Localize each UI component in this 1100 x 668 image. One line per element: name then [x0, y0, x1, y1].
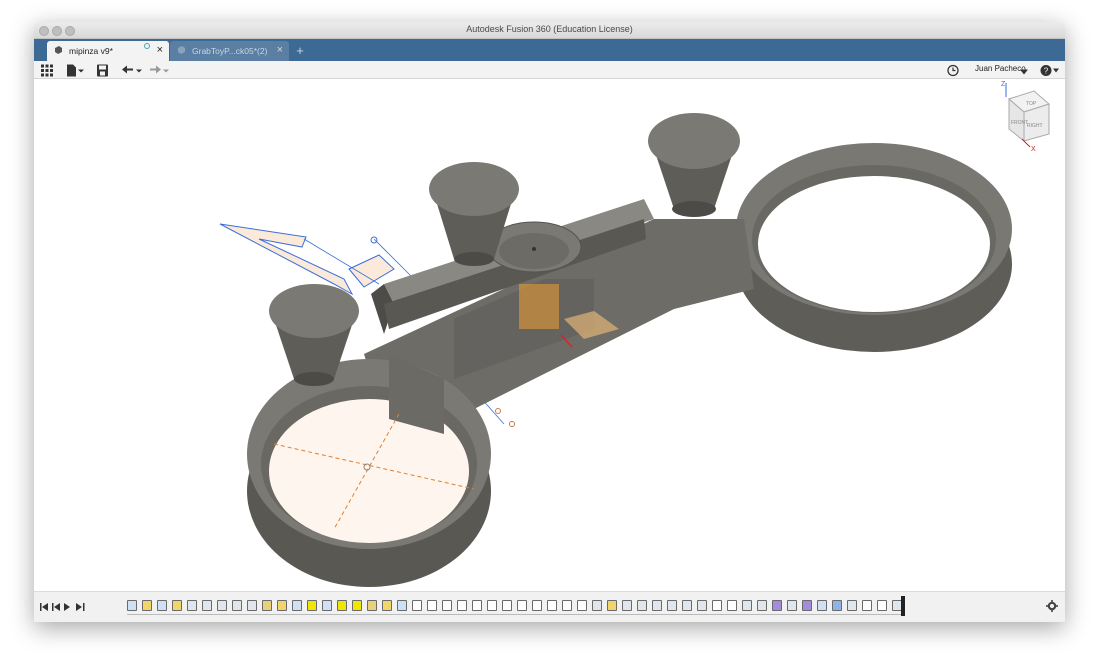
- sketch-feature-icon[interactable]: [127, 600, 137, 611]
- sketch-feature-icon[interactable]: [172, 600, 182, 611]
- fillet-feature-icon[interactable]: [337, 600, 347, 611]
- viewcube-top-label[interactable]: TOP: [1026, 101, 1037, 107]
- move-feature-icon[interactable]: [457, 600, 467, 611]
- joint-feature-icon[interactable]: [502, 600, 512, 611]
- chamfer-feature-icon[interactable]: [637, 600, 647, 611]
- component-feature-icon[interactable]: [832, 600, 842, 611]
- joint-feature-icon[interactable]: [472, 600, 482, 611]
- mirror-feature-icon[interactable]: [742, 600, 752, 611]
- tab-mipinza[interactable]: mipinza v9* ×: [47, 41, 169, 61]
- joint-feature-icon[interactable]: [562, 600, 572, 611]
- combine-feature-icon[interactable]: [367, 600, 377, 611]
- window-title: Autodesk Fusion 360 (Education License): [466, 24, 633, 34]
- save-icon[interactable]: [97, 63, 108, 78]
- new-tab-button[interactable]: +: [292, 43, 308, 59]
- sketch-feature-icon[interactable]: [382, 600, 392, 611]
- app-window: Autodesk Fusion 360 (Education License) …: [34, 22, 1065, 622]
- design-canvas[interactable]: TOP FRONT RIGHT Z X: [34, 79, 1065, 591]
- extrude-feature-icon[interactable]: [847, 600, 857, 611]
- x-axis-label: X: [1031, 146, 1036, 153]
- extrude-feature-icon[interactable]: [187, 600, 197, 611]
- z-axis-label: Z: [1001, 81, 1006, 88]
- clock-icon[interactable]: [947, 63, 959, 78]
- title-bar: Autodesk Fusion 360 (Education License): [34, 22, 1065, 39]
- model-viewport-svg[interactable]: TOP FRONT RIGHT Z X: [34, 79, 1065, 591]
- body-feature-icon[interactable]: [772, 600, 782, 611]
- body-feature-icon[interactable]: [802, 600, 812, 611]
- right-ring-body: [736, 143, 1012, 352]
- fillet-feature-icon[interactable]: [397, 600, 407, 611]
- timeline-bar: [34, 591, 1065, 622]
- mirror-feature-icon[interactable]: [757, 600, 767, 611]
- move-feature-icon[interactable]: [487, 600, 497, 611]
- sketch-feature-icon[interactable]: [607, 600, 617, 611]
- fillet-feature-icon[interactable]: [307, 600, 317, 611]
- timeline-playback-controls[interactable]: [40, 602, 90, 612]
- document-tab-bar: mipinza v9* × GrabToyP...ck05*(2) × +: [34, 39, 1065, 61]
- chamfer-feature-icon[interactable]: [652, 600, 662, 611]
- timeline-marker[interactable]: [901, 596, 905, 616]
- tab-label: mipinza v9*: [69, 46, 113, 56]
- mirror-feature-icon[interactable]: [697, 600, 707, 611]
- tab-grabtoy[interactable]: GrabToyP...ck05*(2) ×: [170, 41, 289, 61]
- extrude-feature-icon[interactable]: [787, 600, 797, 611]
- timeline-track-line: [127, 614, 902, 615]
- sketch-feature-icon[interactable]: [142, 600, 152, 611]
- extrude-feature-icon[interactable]: [622, 600, 632, 611]
- user-dropdown-icon[interactable]: [1020, 65, 1028, 80]
- move-feature-icon[interactable]: [547, 600, 557, 611]
- left-ring-body: [247, 354, 491, 587]
- joint-feature-icon[interactable]: [427, 600, 437, 611]
- viewcube-front-label[interactable]: FRONT: [1011, 120, 1028, 126]
- move-feature-icon[interactable]: [517, 600, 527, 611]
- move-feature-icon[interactable]: [442, 600, 452, 611]
- user-name[interactable]: Juan Pacheco: [975, 64, 1026, 73]
- help-icon[interactable]: ?: [1040, 63, 1060, 78]
- move-feature-icon[interactable]: [877, 600, 887, 611]
- tab-label: GrabToyP...ck05*(2): [192, 46, 268, 56]
- timeline-features[interactable]: [127, 600, 902, 614]
- extrude-feature-icon[interactable]: [592, 600, 602, 611]
- joint-feature-icon[interactable]: [862, 600, 872, 611]
- combine-feature-icon[interactable]: [262, 600, 272, 611]
- extrude-feature-icon[interactable]: [667, 600, 677, 611]
- extrude-feature-icon[interactable]: [232, 600, 242, 611]
- fillet-feature-icon[interactable]: [322, 600, 332, 611]
- grid-icon[interactable]: [41, 63, 53, 78]
- svg-text:?: ?: [1044, 67, 1049, 76]
- file-icon[interactable]: [66, 63, 84, 78]
- view-cube[interactable]: TOP FRONT RIGHT Z X: [1001, 81, 1050, 153]
- joint-feature-icon[interactable]: [712, 600, 722, 611]
- sketch-feature-icon[interactable]: [277, 600, 287, 611]
- extrude-feature-icon[interactable]: [202, 600, 212, 611]
- move-feature-icon[interactable]: [727, 600, 737, 611]
- joint-feature-icon[interactable]: [532, 600, 542, 611]
- move-feature-icon[interactable]: [412, 600, 422, 611]
- gear-icon[interactable]: [1046, 600, 1058, 612]
- fillet-feature-icon[interactable]: [352, 600, 362, 611]
- modified-indicator-icon: [144, 43, 150, 49]
- knob-top-right: [648, 113, 740, 217]
- redo-icon[interactable]: [149, 63, 171, 78]
- sketch-feature-icon[interactable]: [157, 600, 167, 611]
- extrude-feature-icon[interactable]: [247, 600, 257, 611]
- extrude-feature-icon[interactable]: [217, 600, 227, 611]
- document-icon: [55, 46, 62, 54]
- close-tab-icon[interactable]: ×: [277, 44, 283, 56]
- viewcube-right-label[interactable]: RIGHT: [1027, 123, 1043, 129]
- quick-access-toolbar: Juan Pacheco ?: [34, 61, 1065, 79]
- close-tab-icon[interactable]: ×: [157, 44, 163, 56]
- undo-icon[interactable]: [122, 63, 144, 78]
- document-icon: [178, 46, 185, 54]
- mirror-feature-icon[interactable]: [682, 600, 692, 611]
- fillet-feature-icon[interactable]: [292, 600, 302, 611]
- fillet-feature-icon[interactable]: [817, 600, 827, 611]
- move-feature-icon[interactable]: [577, 600, 587, 611]
